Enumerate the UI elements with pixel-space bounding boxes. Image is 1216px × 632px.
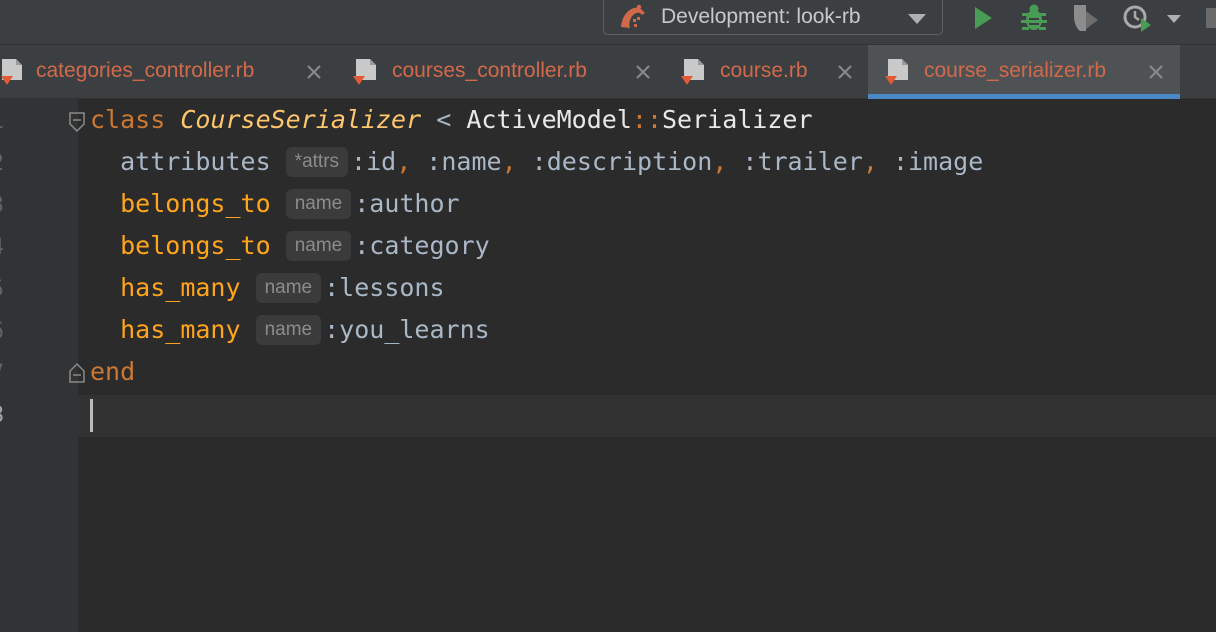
ruby-file-icon [884, 58, 910, 86]
code-token: , [862, 147, 893, 176]
code-line[interactable]: end [90, 351, 135, 393]
chevron-down-icon[interactable] [1164, 2, 1184, 34]
parameter-hint: name [255, 315, 322, 345]
profile-icon[interactable] [1122, 2, 1154, 34]
code-token: attributes [90, 147, 286, 176]
line-number: 4 [0, 235, 4, 260]
code-token: :id [351, 147, 397, 176]
code-token: :author [354, 189, 460, 218]
close-icon[interactable] [634, 63, 652, 81]
run-configuration-label: Development: look-rb [661, 5, 861, 28]
code-token: class [90, 105, 166, 134]
current-line-highlight [78, 395, 1216, 437]
line-number: 8 [0, 403, 4, 428]
close-icon[interactable] [836, 63, 854, 81]
code-token: :description [531, 147, 713, 176]
code-token: :name [426, 147, 502, 176]
line-number: 2 [0, 151, 4, 176]
code-token: :: [631, 105, 662, 134]
code-token: belongs_to [120, 189, 271, 218]
tab-label: course_serializer.rb [924, 59, 1107, 82]
close-icon[interactable] [305, 63, 323, 81]
tab-course-serializer[interactable]: course_serializer.rb [868, 45, 1180, 99]
tab-label: categories_controller.rb [36, 59, 255, 82]
code-token: :category [354, 231, 490, 260]
code-line[interactable]: has_many name:you_learns [90, 309, 490, 351]
tab-courses-controller[interactable]: courses_controller.rb [340, 45, 668, 99]
text-cursor [90, 399, 93, 432]
code-token: < [421, 105, 467, 134]
code-token: belongs_to [120, 231, 271, 260]
line-number: 6 [0, 319, 4, 344]
parameter-hint: name [285, 231, 352, 261]
run-configuration-selector[interactable]: Development: look-rb [603, 0, 943, 35]
code-token: end [90, 357, 136, 386]
code-token: , [501, 147, 532, 176]
code-line[interactable]: belongs_to name:category [90, 225, 490, 267]
ruby-rails-icon [618, 3, 648, 31]
ruby-file-icon [0, 58, 26, 86]
ruby-file-icon [680, 58, 706, 86]
code-token: :image [892, 147, 984, 176]
coverage-icon[interactable] [1070, 2, 1102, 34]
code-token: Serializer [662, 105, 813, 134]
main-toolbar: Development: look-rb [0, 0, 1216, 45]
code-token: has_many [120, 315, 241, 344]
parameter-hint: *attrs [285, 147, 349, 177]
tab-categories-controller[interactable]: categories_controller.rb [0, 45, 335, 99]
ide-window: Development: look-rb categories_controll… [0, 0, 1216, 632]
ruby-file-icon [352, 58, 378, 86]
code-token: ActiveModel [466, 105, 632, 134]
code-line[interactable]: class CourseSerializer < ActiveModel::Se… [90, 99, 813, 141]
fold-collapse-icon[interactable] [67, 111, 87, 133]
close-icon[interactable] [1147, 63, 1165, 81]
line-number: 7 [0, 361, 4, 386]
code-token: , [396, 147, 427, 176]
code-line[interactable]: belongs_to name:author [90, 183, 460, 225]
line-number: 1 [0, 109, 4, 134]
fold-end-icon[interactable] [67, 362, 87, 384]
code-token: :you_learns [324, 315, 490, 344]
editor-tabs: categories_controller.rb courses_control… [0, 45, 1216, 99]
tab-label: course.rb [720, 59, 808, 82]
debug-icon[interactable] [1018, 2, 1050, 34]
tab-label: courses_controller.rb [392, 59, 587, 82]
code-token: CourseSerializer [180, 105, 422, 134]
run-icon[interactable] [966, 2, 998, 34]
line-number: 3 [0, 193, 4, 218]
parameter-hint: name [285, 189, 352, 219]
code-line[interactable]: has_many name:lessons [90, 267, 445, 309]
stop-icon[interactable] [1206, 8, 1216, 28]
chevron-down-icon[interactable] [906, 11, 928, 25]
code-token: has_many [120, 273, 241, 302]
line-number: 5 [0, 277, 4, 302]
code-token: :trailer [742, 147, 863, 176]
code-token: :lessons [324, 273, 445, 302]
code-line[interactable]: attributes *attrs:id, :name, :descriptio… [90, 141, 983, 183]
code-token: , [712, 147, 743, 176]
parameter-hint: name [255, 273, 322, 303]
code-editor[interactable]: 1 2 3 4 5 6 7 8 class CourseSerializer <… [0, 99, 1216, 632]
tab-course[interactable]: course.rb [668, 45, 868, 99]
